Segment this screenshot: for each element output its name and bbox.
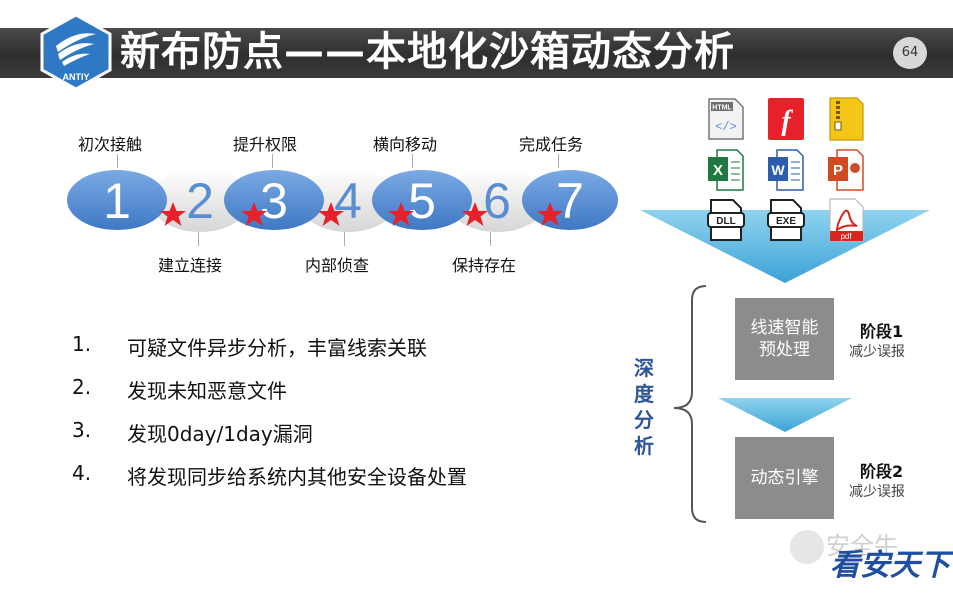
stage2-title: 阶段2 <box>860 462 904 481</box>
label-connector <box>412 154 413 168</box>
svg-text:pdf: pdf <box>840 232 852 241</box>
step-2-number: 2 <box>186 173 214 229</box>
exe-file-icon: EXE <box>767 199 805 241</box>
list-item-text: 发现0day/1day漏洞 <box>127 422 313 446</box>
label-establish-connection: 建立连接 <box>158 256 223 275</box>
page-title: 新布防点——本地化沙箱动态分析 <box>120 29 735 75</box>
step-1-number: 1 <box>103 173 131 229</box>
svg-text:DLL: DLL <box>716 216 735 227</box>
logo-text: ANTIY <box>63 72 90 82</box>
pdf-file-icon: pdf <box>829 198 864 242</box>
archive-file-icon <box>829 97 864 141</box>
antiy-logo: ANTIY <box>40 13 112 91</box>
svg-text:X: X <box>713 162 723 179</box>
page-number-badge: 64 <box>893 37 927 69</box>
dll-file-icon: DLL <box>707 199 745 241</box>
label-complete-task: 完成任务 <box>519 135 584 154</box>
stage1-title: 阶段1 <box>860 322 904 341</box>
label-initial-contact: 初次接触 <box>78 135 143 154</box>
attack-chain-diagram: 1 2 3 4 5 6 7 <box>67 168 618 232</box>
list-item-text: 发现未知恶意文件 <box>127 379 287 403</box>
label-privilege-escalation: 提升权限 <box>233 135 298 154</box>
html-file-icon: HTML </> <box>708 98 744 140</box>
list-item-number: 1. <box>72 332 92 356</box>
step-7-number: 7 <box>556 173 584 229</box>
svg-text:W: W <box>771 162 785 178</box>
label-connector <box>558 154 559 168</box>
flash-file-icon: f <box>768 98 804 140</box>
stage1-subtitle: 减少误报 <box>849 344 905 360</box>
list-item: 4. 将发现同步给系统内其他安全设备处置 <box>72 461 592 489</box>
label-connector <box>198 232 199 246</box>
step-5-number: 5 <box>408 173 436 229</box>
excel-file-icon: X <box>708 149 744 191</box>
bracket-brace <box>673 285 707 523</box>
list-item-text: 可疑文件异步分析，丰富线索关联 <box>127 336 427 360</box>
label-connector <box>344 232 345 246</box>
step-6-number: 6 <box>483 173 511 229</box>
watermark-slogan: 看安天下 <box>830 548 950 583</box>
preprocess-box-text: 线速智能预处理 <box>750 318 819 360</box>
label-internal-recon: 内部侦查 <box>305 256 370 275</box>
powerpoint-file-icon: P <box>828 149 864 191</box>
label-connector <box>117 154 118 168</box>
word-file-icon: W <box>768 149 804 191</box>
list-item-number: 3. <box>72 418 92 442</box>
list-item: 3. 发现0day/1day漏洞 <box>72 418 592 446</box>
svg-text:EXE: EXE <box>776 216 796 227</box>
stage2-subtitle: 减少误报 <box>849 484 905 500</box>
deep-analysis-label: 深度分析 <box>634 356 654 458</box>
label-connector <box>490 232 491 246</box>
svg-text:P: P <box>833 162 843 179</box>
svg-text:HTML: HTML <box>712 105 732 112</box>
list-item-number: 4. <box>72 461 92 485</box>
watermark-icon <box>790 530 824 564</box>
label-lateral-movement: 横向移动 <box>373 135 438 154</box>
label-connector <box>272 154 273 168</box>
list-item-number: 2. <box>72 375 92 399</box>
step-3-number: 3 <box>260 173 288 229</box>
label-maintain-presence: 保持存在 <box>452 256 517 275</box>
step-4-number: 4 <box>334 173 362 229</box>
stage-arrow <box>718 398 852 432</box>
preprocess-box: 线速智能预处理 <box>735 298 834 380</box>
list-item-text: 将发现同步给系统内其他安全设备处置 <box>127 465 467 489</box>
svg-text:</>: </> <box>715 120 737 134</box>
dynamic-engine-box-text: 动态引擎 <box>750 468 819 488</box>
list-item: 1. 可疑文件异步分析，丰富线索关联 <box>72 332 592 360</box>
dynamic-engine-box: 动态引擎 <box>735 437 834 519</box>
list-item: 2. 发现未知恶意文件 <box>72 375 592 403</box>
